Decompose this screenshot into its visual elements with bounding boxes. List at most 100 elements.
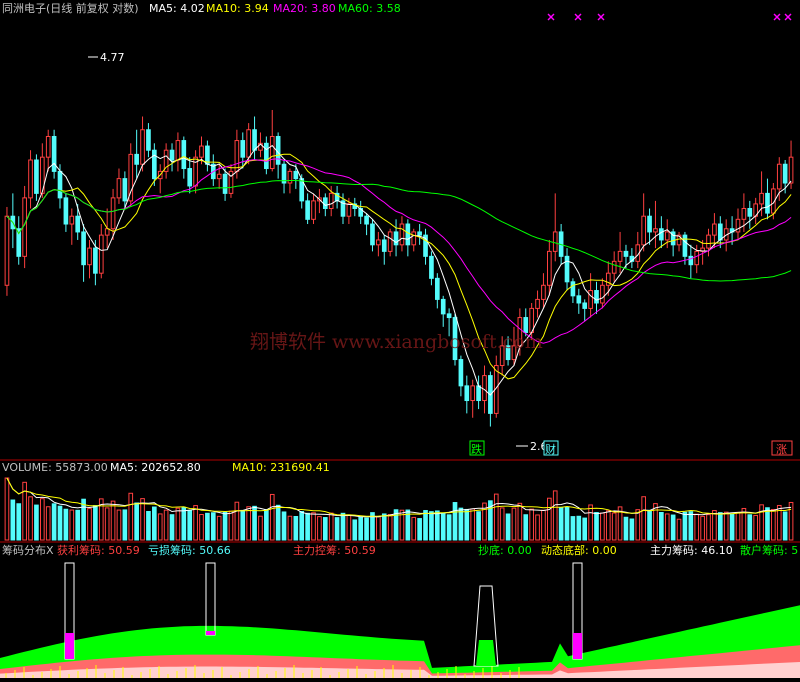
candle	[470, 379, 476, 418]
volume-bar	[358, 516, 364, 541]
candle-body	[694, 250, 700, 266]
candle-body	[405, 223, 411, 246]
volume-bar	[364, 517, 369, 541]
profit-chips-readout: 获利筹码: 50.59	[57, 543, 140, 557]
candle	[393, 219, 399, 257]
candle-body	[706, 234, 711, 249]
volume-bar	[346, 514, 352, 541]
retail-chips-readout: 散户筹码: 5	[740, 543, 798, 557]
volume-bar	[535, 514, 540, 541]
candle-body	[122, 178, 128, 202]
volume-bar	[417, 518, 422, 541]
candle	[146, 123, 151, 158]
candle-body	[417, 231, 422, 236]
candle	[358, 200, 364, 225]
candle-body	[146, 129, 151, 151]
volume-bar	[175, 507, 181, 541]
candle-body	[381, 239, 387, 252]
candle-body	[682, 234, 688, 257]
candle	[576, 288, 582, 314]
volume-bar	[641, 496, 646, 541]
volume-bar	[258, 515, 263, 541]
volume-bar	[440, 512, 446, 541]
chip-distribution-area	[0, 605, 800, 678]
candle-body	[582, 302, 588, 309]
volume-bar	[476, 511, 481, 541]
volume-bar	[782, 511, 788, 541]
candle	[352, 197, 358, 217]
candle	[611, 251, 617, 282]
candle-body	[69, 215, 75, 225]
candle	[228, 164, 234, 198]
candle	[210, 154, 216, 186]
candle	[175, 132, 181, 172]
candle-body	[464, 385, 470, 402]
candle-body	[57, 170, 63, 199]
volume-bar	[187, 509, 193, 541]
volume-bar	[788, 501, 794, 541]
candle-body	[116, 178, 122, 199]
volume-bar	[210, 512, 216, 541]
volume-bar	[275, 504, 281, 541]
candle-body	[28, 159, 33, 199]
candle	[222, 168, 228, 201]
volume-bar	[39, 498, 45, 541]
volume-bar	[653, 503, 658, 541]
candle-body	[287, 170, 293, 184]
candle	[753, 197, 759, 225]
volume-bar	[287, 515, 293, 541]
candle-body	[152, 149, 157, 180]
high-label: 4.77	[100, 51, 125, 64]
candle-body	[759, 192, 764, 205]
candle	[87, 239, 92, 279]
volume-bar	[552, 490, 558, 541]
volume-bar	[611, 512, 617, 541]
candle	[670, 228, 676, 257]
volume-bar	[246, 506, 251, 541]
candle	[34, 154, 39, 201]
volume-readout: VOLUME: 55873.00	[2, 461, 108, 474]
volume-bar	[240, 509, 246, 541]
volume-bar	[376, 516, 381, 541]
candle-body	[594, 290, 599, 304]
volume-bar	[181, 506, 187, 541]
volume-bar	[694, 513, 700, 541]
volume-bar	[434, 510, 440, 541]
candle-body	[199, 145, 204, 158]
candle-body	[611, 260, 617, 274]
tag-cai: 财	[545, 442, 556, 456]
volume-bar	[87, 508, 92, 541]
chip-spike-fill	[476, 640, 496, 666]
volume-bar	[134, 502, 139, 541]
volume-bar	[75, 509, 81, 541]
volume-bar	[765, 507, 770, 541]
volume-bar	[505, 513, 511, 541]
volume-bar	[157, 513, 163, 541]
volume-bar	[216, 515, 222, 541]
volume-bar	[152, 506, 157, 541]
volume-bar	[676, 518, 682, 541]
ma10-readout: MA10: 3.94	[206, 2, 269, 15]
candle-body	[264, 142, 269, 170]
candle-body	[293, 170, 299, 180]
volume-bar	[322, 517, 328, 541]
candle	[281, 159, 287, 194]
volume-bar	[305, 512, 310, 541]
volume-bar	[464, 508, 470, 541]
candle	[464, 375, 470, 414]
watermark: 翔博软件 www.xiangbosoft.com	[250, 331, 543, 353]
volume-bar	[110, 500, 116, 541]
volume-bar	[623, 516, 629, 541]
candle-body	[93, 247, 98, 274]
candle	[370, 219, 375, 252]
candle	[39, 143, 45, 198]
volume-bar	[735, 511, 741, 541]
candle-body	[240, 140, 246, 158]
volume-bar	[723, 511, 729, 541]
candle-body	[641, 215, 646, 246]
volume-bar	[199, 514, 204, 541]
candle-body	[747, 207, 753, 217]
candle-body	[552, 231, 558, 252]
ma60-readout: MA60: 3.58	[338, 2, 401, 15]
candle	[547, 239, 552, 296]
